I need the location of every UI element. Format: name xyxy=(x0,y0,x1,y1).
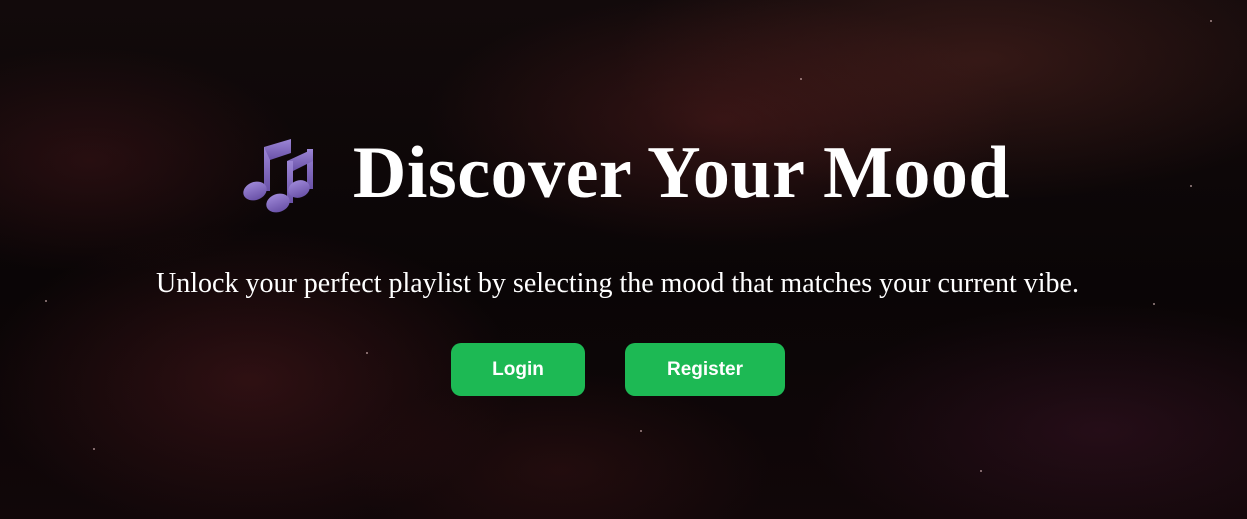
login-button[interactable]: Login xyxy=(451,343,585,396)
register-button[interactable]: Register xyxy=(625,343,785,396)
page-title: Discover Your Mood xyxy=(352,132,1011,214)
title-row: Discover Your Mood xyxy=(0,128,1247,218)
auth-buttons: Login Register xyxy=(0,343,1236,396)
musical-notes-icon xyxy=(237,133,325,213)
page-subtitle: Unlock your perfect playlist by selectin… xyxy=(156,268,1079,299)
hero-section: Discover Your Mood Unlock your perfect p… xyxy=(0,0,1247,519)
